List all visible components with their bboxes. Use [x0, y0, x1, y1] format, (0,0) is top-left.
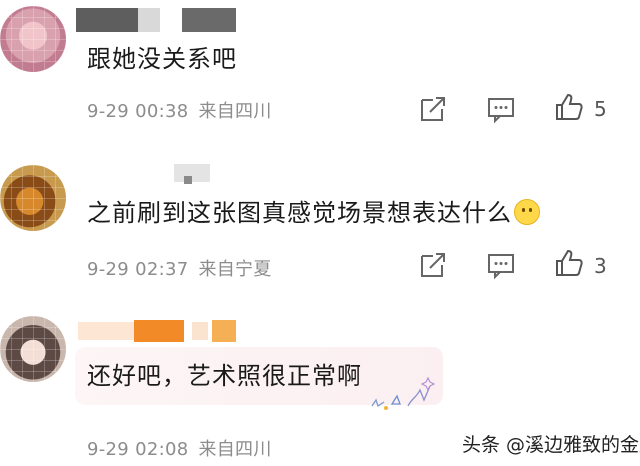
username-blurred[interactable] — [134, 320, 184, 342]
comment-region: 来自四川 — [198, 101, 272, 122]
username-blurred[interactable] — [212, 320, 236, 342]
avatar[interactable] — [0, 316, 66, 382]
smile-emoji-icon — [514, 199, 540, 225]
comment-date: 9-29 02:37 — [87, 259, 189, 280]
username-blurred[interactable] — [182, 8, 236, 32]
like-count: 5 — [594, 97, 607, 121]
like-count: 3 — [594, 254, 607, 278]
sparkle-doodle-icon — [371, 376, 436, 410]
thumbs-up-icon[interactable] — [554, 248, 584, 278]
username-blurred[interactable] — [174, 164, 210, 182]
comment-date: 9-29 00:38 — [87, 101, 189, 122]
comment-date: 9-29 02:08 — [87, 439, 189, 460]
comment-region: 来自四川 — [198, 439, 272, 460]
share-box-icon[interactable] — [418, 94, 448, 124]
username-blurred[interactable] — [184, 176, 192, 184]
username-blurred[interactable] — [192, 322, 208, 340]
share-box-icon[interactable] — [418, 250, 448, 280]
thumbs-up-icon[interactable] — [554, 92, 584, 122]
comment-meta: 9-29 02:08 来自四川 — [87, 435, 272, 461]
avatar[interactable] — [0, 165, 66, 231]
username-blurred[interactable] — [78, 322, 134, 340]
comment-text: 还好吧，艺术照很正常啊 — [87, 362, 362, 390]
comment-text-content: 之前刷到这张图真感觉场景想表达什么 — [87, 199, 512, 227]
username-blurred[interactable] — [76, 8, 138, 32]
comment-meta: 9-29 00:38 来自四川 — [87, 97, 272, 123]
comment-text: 跟她没关系吧 — [87, 45, 237, 73]
comment-bubble-icon[interactable] — [486, 94, 516, 124]
comment-text: 之前刷到这张图真感觉场景想表达什么 — [87, 198, 540, 228]
source-watermark: 头条 @溪边雅致的金鳌 — [462, 434, 640, 456]
comment-meta: 9-29 02:37 来自宁夏 — [87, 255, 272, 281]
comment-region: 来自宁夏 — [198, 259, 272, 280]
username-blurred[interactable] — [138, 8, 160, 32]
avatar[interactable] — [0, 6, 66, 72]
comment-bubble-icon[interactable] — [486, 250, 516, 280]
